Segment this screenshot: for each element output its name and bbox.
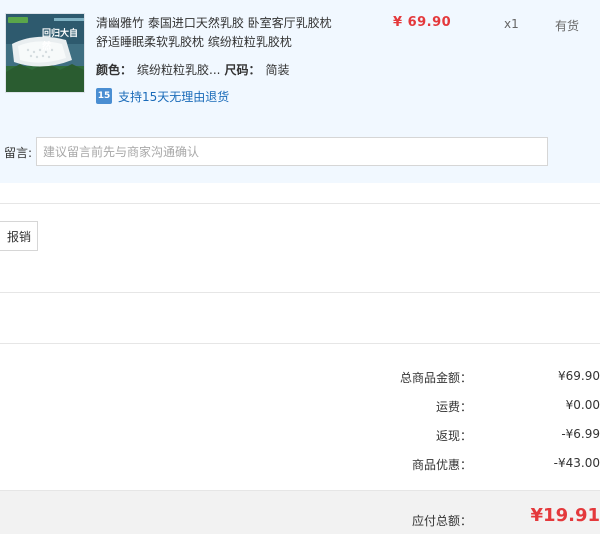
summary-row-shipping: 运费： ¥0.00 — [340, 398, 600, 414]
divider — [0, 292, 600, 293]
stock-status: 有货 — [555, 19, 580, 33]
summary-value: ¥0.00 — [565, 398, 600, 412]
return-15-days-icon: 15 — [96, 88, 112, 104]
divider — [0, 343, 600, 344]
summary-row-goods-total: 总商品金额： ¥69.90 — [340, 369, 600, 385]
summary-label: 运费： — [435, 400, 472, 414]
summary-row-cashback: 返现： -¥6.99 — [340, 427, 600, 443]
return-policy-text[interactable]: 支持15天无理由退货 — [118, 88, 229, 105]
color-value: 缤纷粒粒乳胶... — [137, 63, 221, 77]
product-price: ¥ 69.90 — [393, 15, 452, 30]
summary-label: 总商品金额： — [399, 371, 472, 385]
summary-value: -¥43.00 — [553, 456, 600, 470]
summary-label: 返现： — [435, 429, 472, 443]
size-label: 尺码： — [224, 63, 261, 77]
product-title-line2[interactable]: 舒适睡眠柔软乳胶枕 缤纷粒粒乳胶枕 — [96, 33, 376, 52]
product-spec: 颜色： 缤纷粒粒乳胶... 尺码： 简装 — [96, 61, 290, 78]
product-title-line1[interactable]: 清幽雅竹 泰国进口天然乳胶 卧室客厅乳胶枕 — [96, 14, 376, 33]
product-quantity: x1 — [504, 17, 519, 31]
total-label: 应付总额： — [411, 514, 472, 528]
product-thumbnail[interactable]: 回归大自然 — [5, 13, 85, 93]
total-value: ¥19.91 — [530, 505, 600, 526]
return-policy[interactable]: 15 支持15天无理由退货 — [96, 88, 229, 104]
color-label: 颜色： — [96, 63, 133, 77]
summary-value: ¥69.90 — [558, 369, 600, 383]
invoice-reimburse-button[interactable]: 报销 — [0, 221, 38, 251]
note-input[interactable] — [36, 137, 548, 166]
summary-label: 商品优惠： — [411, 458, 472, 472]
note-label: 留言: — [4, 146, 33, 160]
total-payable-bar: 应付总额： ¥19.91 — [0, 490, 600, 534]
size-value: 简装 — [265, 63, 290, 77]
summary-value: -¥6.99 — [561, 427, 600, 441]
summary-row-discount: 商品优惠： -¥43.00 — [340, 456, 600, 472]
thumbnail-caption: 回归大自然 — [42, 29, 79, 52]
product-title[interactable]: 清幽雅竹 泰国进口天然乳胶 卧室客厅乳胶枕 舒适睡眠柔软乳胶枕 缤纷粒粒乳胶枕 — [96, 14, 376, 52]
order-item-block: 回归大自然 清幽雅竹 泰国进口天然乳胶 卧室客厅乳胶枕 舒适睡眠柔软乳胶枕 缤纷… — [0, 0, 600, 183]
divider — [0, 203, 600, 204]
